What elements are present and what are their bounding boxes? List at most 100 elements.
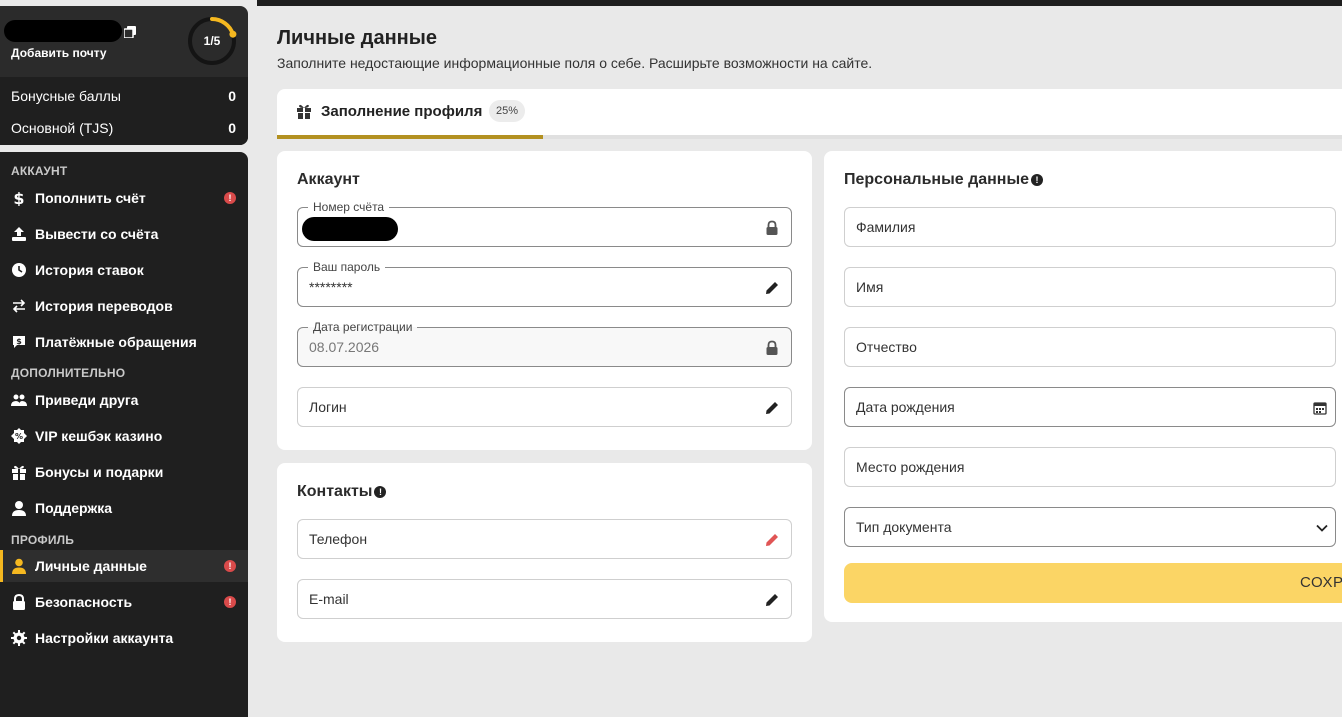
pencil-icon[interactable] <box>764 280 780 296</box>
field-legend: Дата регистрации <box>308 320 418 334</box>
birth-place-field[interactable]: Место рождения <box>844 447 1336 487</box>
gift-icon <box>297 104 311 119</box>
password-field[interactable]: Ваш пароль ******** <box>297 260 792 307</box>
sidebar-item-support[interactable]: Поддержка <box>0 492 248 524</box>
balance-label: Основной (TJS) <box>11 120 114 136</box>
profile-completion-badge: 25% <box>489 100 526 122</box>
account-number-field: Номер счёта <box>297 200 792 247</box>
sidebar-item-label: Платёжные обращения <box>35 334 197 350</box>
sidebar-item-label: Вывести со счёта <box>35 226 159 242</box>
card-title-text: Аккаунт <box>297 171 360 188</box>
sidebar-item-transfer-history[interactable]: История переводов <box>0 290 248 322</box>
registration-date-value: 08.07.2026 <box>309 339 380 355</box>
sidebar-item-label: Поддержка <box>35 500 113 516</box>
sidebar-item-vip-cashback[interactable]: % VIP кешбэк казино <box>0 420 248 452</box>
sidebar-item-account-settings[interactable]: Настройки аккаунта <box>0 622 248 654</box>
balances: Бонусные баллы 0 Основной (TJS) 0 <box>0 77 248 145</box>
sidebar-item-withdraw[interactable]: Вывести со счёта <box>0 218 248 250</box>
profile-completion-fill <box>277 135 544 139</box>
birth-date-placeholder: Дата рождения <box>856 399 955 415</box>
section-title-profile: ПРОФИЛЬ <box>11 533 75 547</box>
phone-field[interactable]: Телефон <box>297 519 792 559</box>
sidebar-item-label: VIP кешбэк казино <box>35 428 163 444</box>
balance-row-bonus: Бонусные баллы 0 <box>0 80 248 112</box>
sidebar-item-personal-data[interactable]: Личные данные ! <box>0 550 248 582</box>
balance-label: Бонусные баллы <box>11 88 121 104</box>
sidebar-item-label: Настройки аккаунта <box>35 630 174 646</box>
last-name-field[interactable]: Фамилия <box>844 207 1336 247</box>
users-icon <box>11 392 27 408</box>
dollar-icon: $ <box>11 190 27 206</box>
save-button[interactable]: СОХР <box>844 563 1342 603</box>
redacted-account-number <box>302 217 398 241</box>
password-value: ******** <box>309 279 353 295</box>
user-icon <box>11 558 27 574</box>
login-field[interactable]: Логин <box>297 387 792 427</box>
pencil-icon[interactable] <box>764 532 780 548</box>
save-button-label: СОХР <box>1300 574 1342 591</box>
info-icon[interactable]: ! <box>374 486 387 498</box>
section-title-account: АККАУНТ <box>11 164 68 178</box>
sidebar-item-refer-friend[interactable]: Приведи друга <box>0 384 248 416</box>
svg-text:$: $ <box>16 337 22 346</box>
alert-icon: ! <box>224 560 236 572</box>
alert-icon: ! <box>224 596 236 608</box>
pencil-icon[interactable] <box>764 400 780 416</box>
phone-placeholder: Телефон <box>309 531 368 547</box>
profile-steps-counter: 1/5 <box>203 34 221 48</box>
page-subtitle: Заполните недостающие информационные пол… <box>277 55 873 71</box>
birth-place-placeholder: Место рождения <box>856 459 965 475</box>
sidebar-item-bet-history[interactable]: История ставок <box>0 254 248 286</box>
sidebar-item-label: Бонусы и подарки <box>35 464 164 480</box>
calendar-icon[interactable] <box>1313 401 1327 415</box>
patronymic-field[interactable]: Отчество <box>844 327 1336 367</box>
first-name-placeholder: Имя <box>856 279 884 295</box>
add-email-link[interactable]: Добавить почту <box>11 46 107 60</box>
sidebar-item-label: Приведи друга <box>35 392 139 408</box>
field-legend: Номер счёта <box>308 200 390 214</box>
info-icon[interactable]: ! <box>1031 174 1044 186</box>
redacted-username <box>4 20 122 42</box>
lock-icon <box>11 594 27 610</box>
sidebar-item-payment-tickets[interactable]: $ Платёжные обращения <box>0 326 248 358</box>
profile-card: Добавить почту 1/5 Бонусные баллы 0 Осно… <box>0 6 248 145</box>
svg-text:$: $ <box>13 190 24 206</box>
sidebar-item-security[interactable]: Безопасность ! <box>0 586 248 618</box>
personal-data-card: Персональные данные ! Фамилия Имя Отчест… <box>824 151 1342 622</box>
card-title-text: Персональные данные <box>844 171 1030 188</box>
balance-row-main: Основной (TJS) 0 <box>0 112 248 144</box>
page-title: Личные данные <box>277 27 437 49</box>
copy-icon[interactable] <box>124 26 136 38</box>
sidebar-item-bonuses-gifts[interactable]: Бонусы и подарки <box>0 456 248 488</box>
birth-date-field[interactable]: Дата рождения <box>844 387 1336 427</box>
svg-text:%: % <box>15 432 23 441</box>
transfer-icon <box>11 298 27 314</box>
section-title-extra: ДОПОЛНИТЕЛЬНО <box>11 366 126 380</box>
sidebar: Добавить почту 1/5 Бонусные баллы 0 Осно… <box>0 0 257 717</box>
profile-completion-card: Заполнение профиля 25% <box>277 89 1342 139</box>
chevron-down-icon <box>1316 524 1328 532</box>
pencil-icon[interactable] <box>764 592 780 608</box>
balance-value: 0 <box>228 88 236 104</box>
payment-ticket-icon: $ <box>11 334 27 350</box>
alert-icon: ! <box>224 192 236 204</box>
support-agent-icon <box>11 500 27 516</box>
registration-date-field: Дата регистрации 08.07.2026 <box>297 320 792 367</box>
lock-icon <box>766 220 778 235</box>
first-name-field[interactable]: Имя <box>844 267 1336 307</box>
email-placeholder: E-mail <box>309 591 349 607</box>
upload-icon <box>11 226 27 242</box>
email-field[interactable]: E-mail <box>297 579 792 619</box>
active-indicator <box>0 550 3 582</box>
gear-icon <box>11 630 27 646</box>
document-type-value: Тип документа <box>856 519 952 535</box>
document-type-select[interactable]: Тип документа <box>844 507 1336 547</box>
sidebar-item-deposit[interactable]: $ Пополнить счёт ! <box>0 182 248 214</box>
field-legend: Ваш пароль <box>308 260 386 274</box>
profile-header: Добавить почту 1/5 <box>0 6 248 77</box>
gift-icon <box>11 464 27 480</box>
profile-completion-label: Заполнение профиля <box>321 103 483 120</box>
personal-card-title: Персональные данные ! <box>844 171 1044 189</box>
contacts-card: Контакты ! Телефон E-mail <box>277 463 812 642</box>
profile-completion-track <box>277 135 1342 139</box>
